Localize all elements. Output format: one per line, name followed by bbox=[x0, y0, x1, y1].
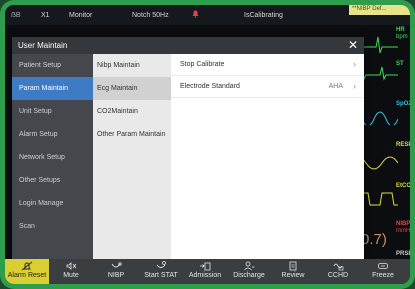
toolbar-label: Discharge bbox=[233, 272, 265, 279]
review-icon bbox=[289, 261, 297, 271]
nibp-alert-banner[interactable]: **NIBP Def... bbox=[349, 5, 410, 15]
toolbar-label: Alarm Reset bbox=[7, 272, 47, 279]
mute-icon bbox=[66, 262, 77, 270]
main-menu: Patient Setup Param Maintain Unit Setup … bbox=[12, 54, 93, 267]
alarm-bell-icon bbox=[191, 9, 200, 18]
notch-filter: Notch 50Hz bbox=[132, 12, 169, 19]
nibp-icon bbox=[111, 262, 122, 268]
menu-item-scan[interactable]: Scan bbox=[12, 215, 93, 238]
menu-item-patient-setup[interactable]: Patient Setup bbox=[12, 54, 93, 77]
device-frame: ẞB X1 Monitor Notch 50Hz IsCalibrating *… bbox=[0, 0, 415, 289]
admission-icon bbox=[200, 262, 211, 271]
status-message: IsCalibrating bbox=[244, 12, 283, 19]
nibp-button[interactable]: NIBP bbox=[94, 259, 138, 284]
setting-label: Stop Calibrate bbox=[180, 61, 225, 68]
bottom-toolbar: Alarm Reset Mute NIBP Start STAT Admissi… bbox=[5, 259, 410, 284]
nibp-unit: mmHg bbox=[396, 228, 410, 234]
menu-item-login-manage[interactable]: Login Manage bbox=[12, 192, 93, 215]
prs-label: PRSE bbox=[396, 251, 410, 257]
setting-stop-calibrate[interactable]: Stop Calibrate › bbox=[171, 54, 364, 76]
cchd-icon bbox=[333, 263, 344, 271]
review-button[interactable]: Review bbox=[271, 259, 315, 284]
submenu-item-co2-maintain[interactable]: CO2Maintain bbox=[93, 100, 171, 123]
admission-button[interactable]: Admission bbox=[183, 259, 227, 284]
toolbar-label: CCHD bbox=[327, 272, 349, 279]
submenu-item-other-param-maintain[interactable]: Other Param Maintain bbox=[93, 123, 171, 146]
nibp-value: 0.7) bbox=[361, 231, 387, 248]
toolbar-label: Freeze bbox=[372, 272, 394, 279]
nibp-label: NIBP bbox=[396, 221, 410, 227]
toolbar-label: Admission bbox=[188, 272, 222, 279]
monitor-screen: ẞB X1 Monitor Notch 50Hz IsCalibrating *… bbox=[5, 5, 410, 284]
setting-label: Electrode Standard bbox=[180, 83, 240, 90]
cchd-button[interactable]: CCHD bbox=[316, 259, 360, 284]
submenu-item-nibp-maintain[interactable]: Nibp Maintain bbox=[93, 54, 171, 77]
resp-param[interactable]: RESP bbox=[396, 142, 410, 149]
bed-label: ẞB bbox=[11, 12, 21, 19]
st-label: ST bbox=[396, 61, 404, 67]
chevron-right-icon: › bbox=[353, 59, 356, 69]
toolbar-label: NIBP bbox=[107, 272, 125, 279]
toolbar-label: Start STAT bbox=[144, 272, 178, 279]
menu-item-unit-setup[interactable]: Unit Setup bbox=[12, 100, 93, 123]
etco2-param[interactable]: EtCO bbox=[396, 183, 410, 190]
mute-button[interactable]: Mute bbox=[49, 259, 93, 284]
resp-label: RESP bbox=[396, 142, 410, 148]
menu-item-other-setups[interactable]: Other Setups bbox=[12, 169, 93, 192]
freeze-button[interactable]: Freeze bbox=[361, 259, 405, 284]
menu-item-network-setup[interactable]: Network Setup bbox=[12, 146, 93, 169]
start-stat-icon bbox=[156, 261, 166, 268]
spo2-label: SpO2 bbox=[396, 101, 410, 107]
dialog-header: User Maintain ✕ bbox=[12, 37, 364, 54]
setting-value: AHA bbox=[328, 83, 343, 90]
etco2-label: EtCO bbox=[396, 183, 410, 189]
settings-panel: Stop Calibrate › Electrode Standard AHA … bbox=[171, 54, 364, 267]
st-param[interactable]: ST bbox=[396, 61, 410, 68]
status-bar: ẞB X1 Monitor Notch 50Hz IsCalibrating *… bbox=[5, 5, 410, 25]
menu-item-alarm-setup[interactable]: Alarm Setup bbox=[12, 123, 93, 146]
menu-item-param-maintain[interactable]: Param Maintain bbox=[12, 77, 93, 100]
chevron-right-icon: › bbox=[353, 81, 356, 91]
sub-menu: Nibp Maintain Ecg Maintain CO2Maintain O… bbox=[93, 54, 171, 267]
hr-label: HR bbox=[396, 27, 405, 33]
alarm-reset-button[interactable]: Alarm Reset bbox=[5, 259, 49, 284]
setting-electrode-standard[interactable]: Electrode Standard AHA › bbox=[171, 76, 364, 98]
spo2-param[interactable]: SpO2 bbox=[396, 101, 410, 108]
patient-id: X1 bbox=[41, 12, 50, 19]
prs-param[interactable]: PRSE bbox=[396, 251, 410, 258]
discharge-button[interactable]: Discharge bbox=[227, 259, 271, 284]
user-maintain-dialog: User Maintain ✕ Patient Setup Param Main… bbox=[12, 37, 364, 267]
dialog-title: User Maintain bbox=[18, 41, 68, 50]
start-stat-button[interactable]: Start STAT bbox=[139, 259, 183, 284]
freeze-icon bbox=[378, 263, 388, 269]
discharge-icon bbox=[244, 261, 255, 271]
toolbar-label: Mute bbox=[63, 272, 79, 279]
monitor-mode: Monitor bbox=[69, 12, 93, 19]
close-button[interactable]: ✕ bbox=[346, 38, 360, 52]
alarm-reset-icon bbox=[21, 261, 33, 271]
nibp-param[interactable]: NIBP mmHg bbox=[396, 221, 410, 235]
submenu-item-ecg-maintain[interactable]: Ecg Maintain bbox=[93, 77, 171, 100]
hr-param[interactable]: HR bpm bbox=[396, 27, 410, 41]
toolbar-label: Review bbox=[281, 272, 305, 279]
